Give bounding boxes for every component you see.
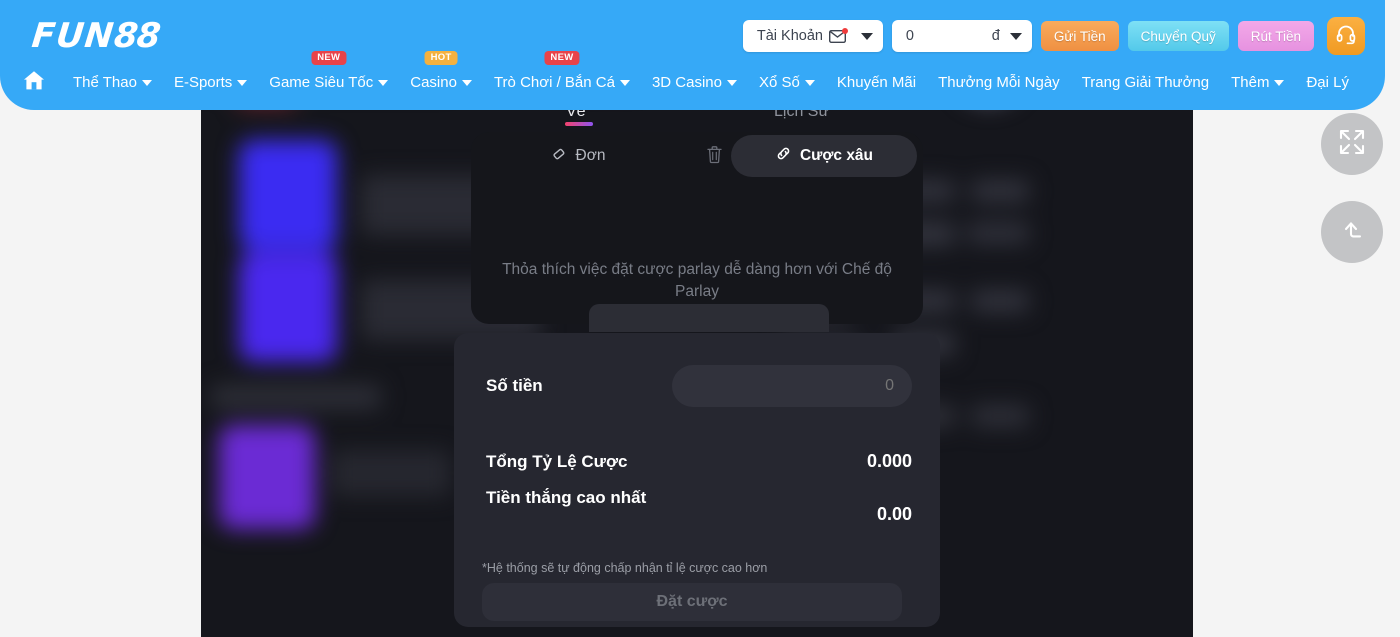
chevron-down-icon	[804, 80, 815, 86]
nav-item-game-sieu-toc[interactable]: NEW Game Siêu Tốc	[258, 51, 399, 96]
bet-slip-summary: Số tiền Tổng Tỷ Lệ Cược 0.000 Tiền thắng…	[454, 333, 940, 627]
nav-item-3d-casino[interactable]: 3D Casino	[641, 68, 748, 96]
withdraw-button[interactable]: Rút Tiền	[1237, 21, 1314, 51]
balance-dropdown[interactable]: 0 đ	[891, 20, 1032, 52]
main-navigation: Thể Thao E-Sports NEW Game Siêu Tốc HOT …	[20, 51, 1371, 96]
nav-item-dai-ly[interactable]: Đại Lý	[1295, 68, 1360, 96]
badge-new: NEW	[544, 51, 580, 65]
home-icon	[22, 69, 46, 96]
clear-slip-button[interactable]	[701, 144, 727, 170]
bet-type-tabs: Đơn Cược xâu	[471, 132, 923, 180]
amount-label: Số tiền	[486, 376, 543, 395]
total-odds-row: Tổng Tỷ Lệ Cược 0.000	[486, 451, 912, 472]
badge-new: NEW	[311, 51, 347, 65]
nav-label: Xổ Số	[759, 73, 800, 91]
place-bet-button[interactable]: Đặt cược	[482, 583, 902, 621]
link-icon	[775, 145, 792, 167]
nav-item-xo-so[interactable]: Xổ Số	[748, 68, 826, 96]
slip-stub-bar	[589, 304, 829, 332]
nav-label: Casino	[410, 73, 457, 91]
chevron-down-icon	[141, 80, 152, 86]
account-label: Tài Khoản	[756, 28, 823, 44]
nav-item-the-thao[interactable]: Thể Thao	[62, 68, 163, 96]
nav-label: Trang Giải Thưởng	[1081, 73, 1210, 91]
site-header: FUN88 Tài Khoản 0 đ Gửi Tiền Chuyển Quỹ …	[0, 0, 1385, 110]
tab-cuoc-xau-label: Cược xâu	[799, 147, 874, 164]
total-odds-value: 0.000	[866, 451, 912, 471]
transfer-funds-button[interactable]: Chuyển Quỹ	[1127, 21, 1229, 51]
nav-item-tro-choi-ban-ca[interactable]: NEW Trò Chơi / Bắn Cá	[483, 51, 641, 96]
mail-icon	[828, 27, 848, 43]
brand-logo-text-b: 88	[112, 16, 162, 56]
app-root: FUN88 Tài Khoản 0 đ Gửi Tiền Chuyển Quỹ …	[0, 0, 1400, 637]
nav-label: Thể Thao	[73, 73, 137, 91]
nav-item-them[interactable]: Thêm	[1220, 68, 1295, 96]
currency-symbol: đ	[991, 28, 1000, 44]
back-arrow-icon	[1337, 215, 1367, 250]
nav-label: Thưởng Mỗi Ngày	[938, 73, 1060, 91]
max-win-value: 0.00	[876, 504, 912, 524]
tab-cuoc-xau[interactable]: Cược xâu	[731, 135, 917, 177]
nav-label: Game Siêu Tốc	[269, 73, 374, 91]
empty-slip-message: Thỏa thích việc đặt cược parlay dễ dàng …	[502, 261, 892, 300]
nav-label: Trò Chơi / Bắn Cá	[493, 73, 615, 91]
total-odds-label: Tổng Tỷ Lệ Cược	[486, 451, 628, 471]
headset-icon	[1335, 23, 1357, 50]
scroll-top-button[interactable]	[1321, 201, 1383, 263]
account-dropdown[interactable]: Tài Khoản	[742, 20, 883, 52]
chevron-down-icon	[860, 32, 873, 40]
nav-item-thuong-moi-ngay[interactable]: Thưởng Mỗi Ngày	[927, 68, 1071, 96]
support-button[interactable]	[1327, 17, 1365, 55]
chevron-down-icon	[378, 80, 389, 86]
amount-row: Số tiền	[486, 365, 912, 407]
chevron-down-icon	[619, 80, 630, 86]
mail-unread-dot	[841, 27, 848, 34]
chevron-down-icon	[727, 80, 737, 86]
chevron-down-icon	[237, 80, 248, 86]
ticket-icon	[552, 146, 568, 167]
chevron-down-icon	[1274, 80, 1285, 86]
chevron-down-icon	[1009, 32, 1022, 40]
bet-slip-card: Đơn Cược xâu Thỏa thích việc đặt cược pa…	[471, 132, 923, 332]
nav-label: Đại Lý	[1306, 73, 1349, 91]
deposit-button[interactable]: Gửi Tiền	[1040, 21, 1119, 51]
chevron-down-icon	[461, 80, 472, 86]
nav-item-casino[interactable]: HOT Casino	[399, 51, 483, 96]
amount-input[interactable]	[672, 365, 912, 407]
expand-icon	[1337, 127, 1367, 162]
badge-hot: HOT	[424, 51, 458, 65]
nav-item-e-sports[interactable]: E-Sports	[163, 68, 258, 96]
nav-label: Thêm	[1231, 73, 1270, 91]
brand-logo-text-a: FUN	[29, 16, 117, 56]
nav-item-trang-giai-thuong[interactable]: Trang Giải Thưởng	[1071, 68, 1220, 96]
active-tab-underline	[565, 122, 593, 126]
brand-logo[interactable]: FUN88	[30, 16, 162, 56]
nav-label: E-Sports	[173, 73, 233, 91]
nav-item-home[interactable]	[20, 68, 62, 96]
nav-item-khuyen-mai[interactable]: Khuyến Mãi	[826, 68, 927, 96]
tab-don[interactable]: Đơn	[471, 135, 686, 177]
max-win-label: Tiền thắng cao nhất	[486, 488, 647, 507]
trash-icon	[706, 145, 723, 169]
account-toolbar: Tài Khoản 0 đ Gửi Tiền Chuyển Quỹ Rút Ti…	[742, 17, 1365, 55]
balance-value: 0	[905, 28, 914, 44]
bet-slip-panel: Vé Lịch Sử Đơn Cược xâu Thỏa thích việc …	[454, 104, 940, 635]
tab-don-label: Đơn	[575, 147, 606, 164]
max-win-row: Tiền thắng cao nhất 0.00	[486, 488, 912, 525]
nav-label: Khuyến Mãi	[836, 73, 917, 91]
nav-label: 3D Casino	[651, 73, 722, 91]
fullscreen-button[interactable]	[1321, 113, 1383, 175]
odds-note: *Hệ thống sẽ tự động chấp nhận tỉ lệ cượ…	[482, 561, 768, 575]
